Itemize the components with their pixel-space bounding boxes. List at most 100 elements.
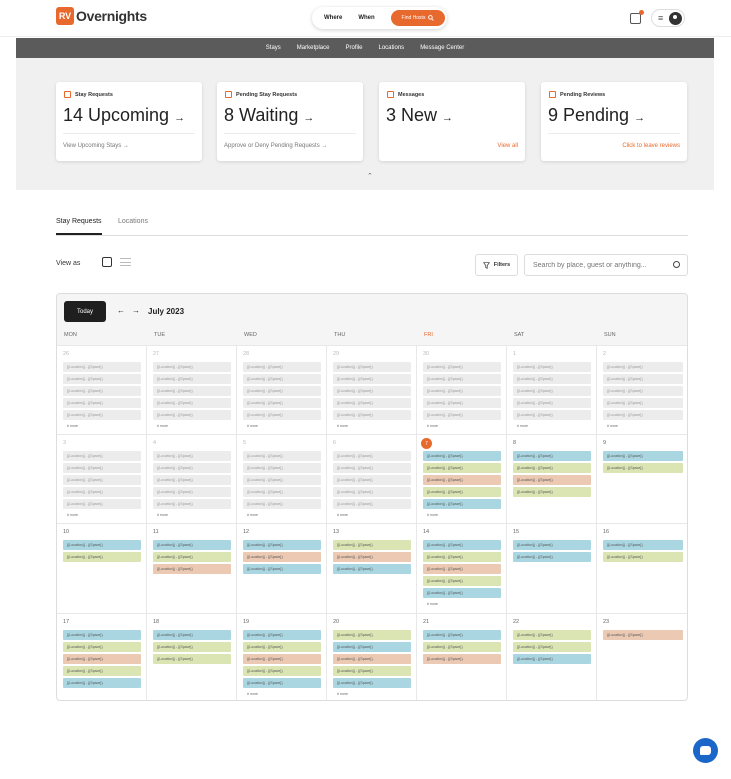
calendar-day-cell[interactable]: 14 {{Location}} - {{Space}} {{Location}} -… [417,523,507,613]
calendar-event[interactable]: {{Location}} - {{Space}} [513,398,591,408]
calendar-event[interactable]: {{Location}} - {{Space}} [153,451,231,461]
calendar-day-cell[interactable]: 12 {{Location}} - {{Space}} {{Location}} -… [237,523,327,613]
calendar-event[interactable]: {{Location}} - {{Space}} [603,398,683,408]
calendar-event[interactable]: {{Location}} - {{Space}} [153,398,231,408]
calendar-day-cell[interactable]: 27 {{Location}} - {{Space}} {{Location}} -… [147,345,237,434]
calendar-event[interactable]: {{Location}} - {{Space}} [153,564,231,574]
calendar-event[interactable]: {{Location}} - {{Space}} [603,630,683,640]
calendar-day-cell[interactable]: 7 {{Location}} - {{Space}} {{Location}} - … [417,434,507,523]
calendar-event[interactable]: {{Location}} - {{Space}} [513,410,591,420]
calendar-event[interactable]: {{Location}} - {{Space}} [63,475,141,485]
calendar-event[interactable]: {{Location}} - {{Space}} [63,499,141,509]
calendar-event[interactable]: {{Location}} - {{Space}} [243,564,321,574]
calendar-day-cell[interactable]: 8 {{Location}} - {{Space}} {{Location}} - … [507,434,597,523]
where-field[interactable]: Where [324,15,342,21]
calendar-event[interactable]: {{Location}} - {{Space}} [603,451,683,461]
calendar-event[interactable]: {{Location}} - {{Space}} [63,654,141,664]
search-pill[interactable]: Where When Find Hosts [312,7,447,29]
calendar-event[interactable]: {{Location}} - {{Space}} [243,630,321,640]
more-events-link[interactable]: # more [337,513,348,517]
more-events-link[interactable]: # more [157,424,168,428]
calendar-event[interactable]: {{Location}} - {{Space}} [333,475,411,485]
calendar-event[interactable]: {{Location}} - {{Space}} [153,386,231,396]
calendar-event[interactable]: {{Location}} - {{Space}} [243,642,321,652]
more-events-link[interactable]: # more [517,424,528,428]
calendar-event[interactable]: {{Location}} - {{Space}} [333,630,411,640]
calendar-event[interactable]: {{Location}} - {{Space}} [423,374,501,384]
calendar-event[interactable]: {{Location}} - {{Space}} [603,386,683,396]
calendar-event[interactable]: {{Location}} - {{Space}} [153,630,231,640]
calendar-day-cell[interactable]: 29 {{Location}} - {{Space}} {{Location}} -… [327,345,417,434]
calendar-event[interactable]: {{Location}} - {{Space}} [243,678,321,688]
calendar-event[interactable]: {{Location}} - {{Space}} [513,463,591,473]
next-month-arrow-icon[interactable]: → [132,306,140,315]
calendar-day-cell[interactable]: 26 {{Location}} - {{Space}} {{Location}} -… [57,345,147,434]
calendar-event[interactable]: {{Location}} - {{Space}} [153,475,231,485]
more-events-link[interactable]: # more [427,513,438,517]
calendar-event[interactable]: {{Location}} - {{Space}} [423,630,501,640]
more-events-link[interactable]: # more [607,424,618,428]
more-events-link[interactable]: # more [427,602,438,606]
calendar-event[interactable]: {{Location}} - {{Space}} [243,654,321,664]
calendar-day-cell[interactable]: 2 {{Location}} - {{Space}} {{Location}} - … [597,345,687,434]
calendar-day-cell[interactable]: 21 {{Location}} - {{Space}} {{Location}} -… [417,613,507,700]
nav-item-message-center[interactable]: Message Center [420,45,464,51]
stat-card-pending-stay-requests[interactable]: Pending Stay Requests 8 Waiting → Approv… [217,82,363,161]
more-events-link[interactable]: # more [337,424,348,428]
view-all-messages-link[interactable]: View all [497,143,518,149]
calendar-day-cell[interactable]: 22 {{Location}} - {{Space}} {{Location}} -… [507,613,597,700]
prev-month-arrow-icon[interactable]: ← [117,306,125,315]
view-upcoming-stays-link[interactable]: View Upcoming Stays → [63,143,129,149]
calendar-event[interactable]: {{Location}} - {{Space}} [603,374,683,384]
stat-card-pending-reviews[interactable]: Pending Reviews 9 Pending → Click to lea… [541,82,687,161]
tab-stay-requests[interactable]: Stay Requests [56,218,102,235]
calendar-event[interactable]: {{Location}} - {{Space}} [333,487,411,497]
list-view-icon[interactable] [120,258,131,266]
calendar-event[interactable]: {{Location}} - {{Space}} [423,362,501,372]
calendar-day-cell[interactable]: 5 {{Location}} - {{Space}} {{Location}} - … [237,434,327,523]
stat-card-stay-requests[interactable]: Stay Requests 14 Upcoming → View Upcomin… [56,82,202,161]
calendar-event[interactable]: {{Location}} - {{Space}} [513,630,591,640]
nav-item-stays[interactable]: Stays [266,45,281,51]
calendar-event[interactable]: {{Location}} - {{Space}} [423,475,501,485]
calendar-event[interactable]: {{Location}} - {{Space}} [63,386,141,396]
calendar-event[interactable]: {{Location}} - {{Space}} [513,475,591,485]
calendar-event[interactable]: {{Location}} - {{Space}} [423,576,501,586]
calendar-event[interactable]: {{Location}} - {{Space}} [423,642,501,652]
calendar-event[interactable]: {{Location}} - {{Space}} [423,588,501,598]
calendar-event[interactable]: {{Location}} - {{Space}} [63,642,141,652]
calendar-event[interactable]: {{Location}} - {{Space}} [63,678,141,688]
calendar-event[interactable]: {{Location}} - {{Space}} [153,642,231,652]
calendar-event[interactable]: {{Location}} - {{Space}} [153,374,231,384]
calendar-event[interactable]: {{Location}} - {{Space}} [333,666,411,676]
calendar-event[interactable]: {{Location}} - {{Space}} [333,451,411,461]
calendar-day-cell[interactable]: 10 {{Location}} - {{Space}} {{Location}} -… [57,523,147,613]
calendar-event[interactable]: {{Location}} - {{Space}} [513,642,591,652]
calendar-event[interactable]: {{Location}} - {{Space}} [243,463,321,473]
calendar-event[interactable]: {{Location}} - {{Space}} [243,374,321,384]
calendar-event[interactable]: {{Location}} - {{Space}} [333,564,411,574]
calendar-event[interactable]: {{Location}} - {{Space}} [513,654,591,664]
calendar-event[interactable]: {{Location}} - {{Space}} [153,463,231,473]
calendar-event[interactable]: {{Location}} - {{Space}} [423,398,501,408]
calendar-view-icon[interactable] [102,257,112,267]
calendar-day-cell[interactable]: 16 {{Location}} - {{Space}} {{Location}} -… [597,523,687,613]
calendar-day-cell[interactable]: 17 {{Location}} - {{Space}} {{Location}} -… [57,613,147,700]
calendar-day-cell[interactable]: 4 {{Location}} - {{Space}} {{Location}} - … [147,434,237,523]
calendar-event[interactable]: {{Location}} - {{Space}} [153,540,231,550]
calendar-event[interactable]: {{Location}} - {{Space}} [243,499,321,509]
calendar-event[interactable]: {{Location}} - {{Space}} [603,552,683,562]
calendar-event[interactable]: {{Location}} - {{Space}} [603,463,683,473]
calendar-day-cell[interactable]: 23 {{Location}} - {{Space}} [597,613,687,700]
search-input[interactable] [524,254,688,276]
calendar-event[interactable]: {{Location}} - {{Space}} [63,451,141,461]
calendar-day-cell[interactable]: 20 {{Location}} - {{Space}} {{Location}} -… [327,613,417,700]
calendar-event[interactable]: {{Location}} - {{Space}} [63,398,141,408]
calendar-event[interactable]: {{Location}} - {{Space}} [243,398,321,408]
calendar-day-cell[interactable]: 3 {{Location}} - {{Space}} {{Location}} - … [57,434,147,523]
approve-deny-link[interactable]: Approve or Deny Pending Requests → [224,143,327,149]
calendar-event[interactable]: {{Location}} - {{Space}} [423,487,501,497]
calendar-event[interactable]: {{Location}} - {{Space}} [513,386,591,396]
calendar-day-cell[interactable]: 18 {{Location}} - {{Space}} {{Location}} -… [147,613,237,700]
calendar-event[interactable]: {{Location}} - {{Space}} [423,386,501,396]
